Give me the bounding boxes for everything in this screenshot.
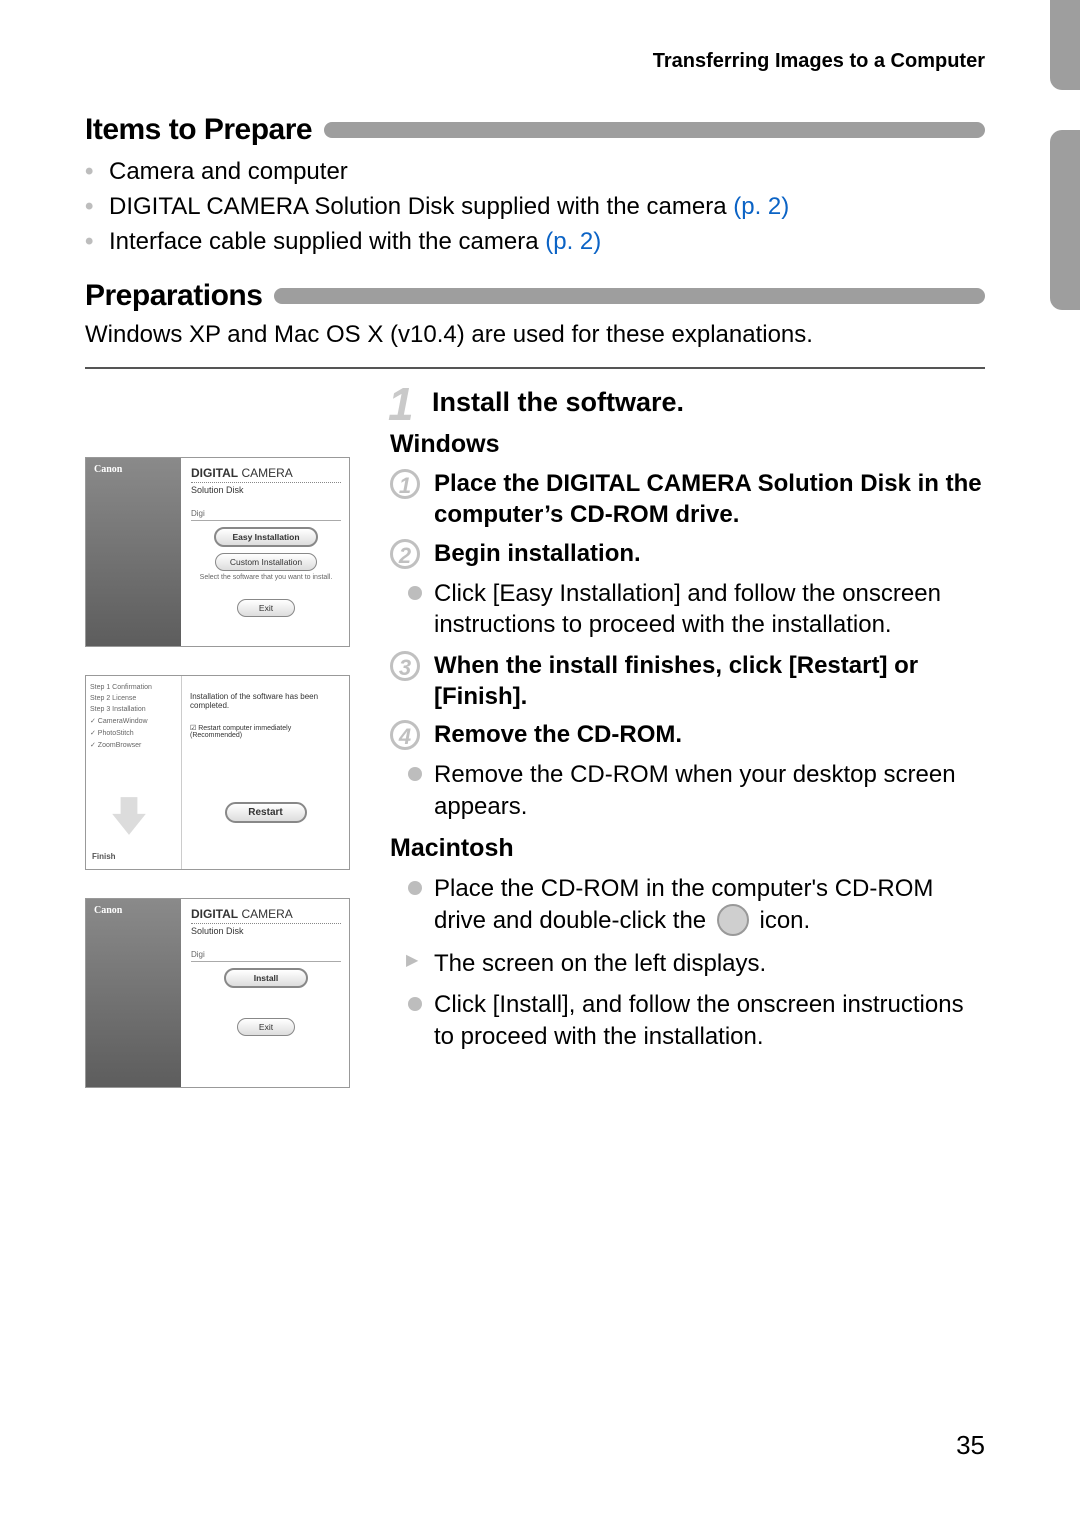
list-item: Interface cable supplied with the camera… xyxy=(85,225,985,260)
wizard-step: Step 1 Confirmation xyxy=(90,682,177,693)
install-complete-message: Installation of the software has been co… xyxy=(190,692,341,710)
brand-logo: Canon xyxy=(94,905,122,916)
wizard-step: ✓ PhotoStitch xyxy=(90,727,177,739)
wizard-finish-label: Finish xyxy=(92,852,116,861)
brand-logo: Canon xyxy=(94,464,122,475)
divider xyxy=(85,367,985,369)
heading-bar xyxy=(324,122,985,138)
custom-installation-button[interactable]: Custom Installation xyxy=(215,553,317,571)
substep-3: 3 When the install finishes, click [Rest… xyxy=(390,651,985,712)
down-arrow-icon xyxy=(108,795,150,837)
substep-2: 2 Begin installation. xyxy=(390,539,985,570)
exit-button[interactable]: Exit xyxy=(237,599,295,617)
circle-number-icon: 3 xyxy=(390,651,420,681)
page-ref[interactable]: (p. 2) xyxy=(733,193,789,220)
circle-number-icon: 4 xyxy=(390,720,420,750)
wizard-step: Step 2 License xyxy=(90,693,177,704)
bullet-detail: Click [Easy Installation] and follow the… xyxy=(390,578,985,641)
substep-4: 4 Remove the CD-ROM. xyxy=(390,720,985,751)
figures-column: Canon DIGITAL CAMERA Solution Disk Digi … xyxy=(85,387,370,1116)
circle-number-icon: 2 xyxy=(390,539,420,569)
restart-checkbox[interactable]: ☑ Restart computer immediately (Recommen… xyxy=(190,724,341,739)
items-list: Camera and computer DIGITAL CAMERA Solut… xyxy=(85,155,985,259)
list-item: DIGITAL CAMERA Solution Disk supplied wi… xyxy=(85,190,985,225)
circle-number-icon: 1 xyxy=(390,469,420,499)
screenshot-windows-installer: Canon DIGITAL CAMERA Solution Disk Digi … xyxy=(85,457,350,647)
section-prep-heading: Preparations xyxy=(85,279,985,313)
installer-category: Digi xyxy=(191,950,341,962)
wizard-step: ✓ ZoomBrowser xyxy=(90,739,177,751)
page-ref[interactable]: (p. 2) xyxy=(545,228,601,255)
installer-category: Digi xyxy=(191,509,341,521)
screenshot-mac-installer: Canon DIGITAL CAMERA Solution Disk Digi … xyxy=(85,898,350,1088)
section-items-heading: Items to Prepare xyxy=(85,113,985,147)
installer-title: DIGITAL CAMERA xyxy=(191,907,341,921)
wizard-step: Step 3 Installation xyxy=(90,704,177,715)
page: Transferring Images to a Computer Items … xyxy=(0,0,1080,1116)
prep-intro: Windows XP and Mac OS X (v10.4) are used… xyxy=(85,321,985,349)
section-prep-title: Preparations xyxy=(85,279,262,313)
substep-title: Place the DIGITAL CAMERA Solution Disk i… xyxy=(434,469,985,530)
section-items-title: Items to Prepare xyxy=(85,113,312,147)
screenshot-install-complete: Step 1 Confirmation Step 2 License Step … xyxy=(85,675,350,870)
exit-button[interactable]: Exit xyxy=(237,1018,295,1036)
heading-bar xyxy=(274,288,985,304)
macintosh-heading: Macintosh xyxy=(390,834,985,863)
list-item: Camera and computer xyxy=(85,155,985,190)
bullet-detail: Remove the CD-ROM when your desktop scre… xyxy=(390,759,985,822)
disc-icon xyxy=(717,904,749,936)
step1-body: 1 Install the software. Windows 1 Place … xyxy=(370,387,985,1062)
installer-title: DIGITAL CAMERA xyxy=(191,466,341,480)
page-number: 35 xyxy=(956,1430,985,1461)
windows-heading: Windows xyxy=(390,430,985,459)
substep-1: 1 Place the DIGITAL CAMERA Solution Disk… xyxy=(390,469,985,530)
result-line: The screen on the left displays. xyxy=(390,948,985,980)
running-head: Transferring Images to a Computer xyxy=(85,50,985,73)
install-button[interactable]: Install xyxy=(224,968,308,988)
substep-title: Begin installation. xyxy=(434,539,985,570)
step1-layout: Canon DIGITAL CAMERA Solution Disk Digi … xyxy=(85,387,985,1116)
substep-title: When the install finishes, click [Restar… xyxy=(434,651,985,712)
substep-title: Remove the CD-ROM. xyxy=(434,720,985,751)
step-number: 1 xyxy=(388,377,414,431)
wizard-step: ✓ CameraWindow xyxy=(90,715,177,727)
restart-button[interactable]: Restart xyxy=(225,802,307,823)
installer-subtitle: Solution Disk xyxy=(191,923,341,936)
bullet-detail: Click [Install], and follow the onscreen… xyxy=(390,989,985,1052)
bullet-detail: Place the CD-ROM in the computer's CD-RO… xyxy=(390,873,985,937)
installer-sidebar-image: Canon xyxy=(86,458,181,646)
installer-hint: Select the software that you want to ins… xyxy=(191,574,341,581)
easy-installation-button[interactable]: Easy Installation xyxy=(214,527,318,547)
installer-sidebar-image: Canon xyxy=(86,899,181,1087)
step-title: Install the software. xyxy=(432,387,684,417)
installer-subtitle: Solution Disk xyxy=(191,482,341,495)
numbered-step-1: 1 Install the software. xyxy=(390,387,985,418)
